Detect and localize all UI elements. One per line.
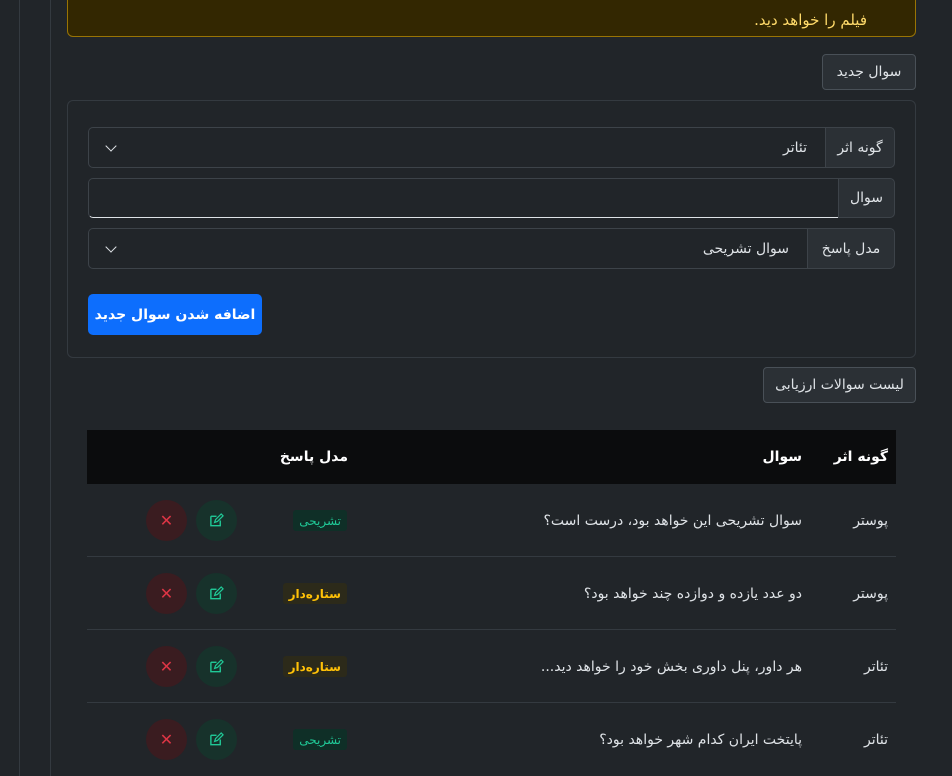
x-icon: ✕ [159, 656, 174, 676]
chevron-down-icon [105, 139, 117, 152]
delete-button[interactable]: ✕ [146, 500, 187, 541]
layout-divider [19, 0, 20, 776]
table-row: تئاتر هر داور، پنل داوری بخش خود را خواه… [87, 630, 896, 703]
layout-divider [50, 0, 51, 776]
edit-button[interactable] [196, 573, 237, 614]
answer-model-badge: ستاره‌دار [282, 656, 347, 677]
question-list-header-label: لیست سوالات ارزیابی [775, 377, 904, 393]
delete-button[interactable]: ✕ [146, 573, 187, 614]
new-question-header[interactable]: سوال جدید [822, 54, 916, 90]
answer-model-group: مدل پاسخ سوال تشریحی [88, 228, 895, 269]
row-question: دو عدد یازده و دوازده چند خواهد بود؟ [583, 585, 802, 602]
edit-button[interactable] [196, 646, 237, 687]
row-work-type: تئاتر [863, 731, 888, 748]
table-header: گونه اثر سوال مدل پاسخ [87, 430, 896, 484]
pencil-square-icon [210, 586, 224, 600]
new-question-header-label: سوال جدید [836, 64, 902, 80]
add-question-label: اضافه شدن سوال جدید [94, 306, 256, 323]
answer-model-badge: تشریحی [293, 729, 347, 750]
work-type-group: گونه اثر تئاتر [88, 127, 895, 168]
table-row: تئاتر پایتخت ایران کدام شهر خواهد بود؟ ت… [87, 703, 896, 776]
answer-model-badge: تشریحی [293, 510, 347, 531]
delete-button[interactable]: ✕ [146, 646, 187, 687]
add-question-button[interactable]: اضافه شدن سوال جدید [88, 294, 262, 335]
row-question: سوال تشریحی این خواهد بود، درست است؟ [543, 512, 802, 529]
page: فیلم را خواهد دید. سوال جدید گونه اثر تئ… [0, 0, 952, 776]
x-icon: ✕ [159, 510, 174, 530]
answer-model-label: مدل پاسخ [807, 228, 895, 269]
question-label: سوال [838, 178, 895, 218]
work-type-value: تئاتر [782, 139, 807, 156]
row-question: هر داور، پنل داوری بخش خود را خواهد دید.… [540, 658, 802, 675]
answer-model-select[interactable]: سوال تشریحی [88, 228, 807, 269]
delete-button[interactable]: ✕ [146, 719, 187, 760]
col-answer-model: مدل پاسخ [279, 449, 348, 465]
question-group: سوال [88, 178, 895, 218]
row-work-type: پوستر [853, 512, 888, 529]
edit-button[interactable] [196, 719, 237, 760]
alert-text: فیلم را خواهد دید. [754, 11, 867, 29]
row-work-type: تئاتر [863, 658, 888, 675]
questions-table: گونه اثر سوال مدل پاسخ پوستر سوال تشریحی… [87, 430, 896, 776]
table-row: پوستر دو عدد یازده و دوازده چند خواهد بو… [87, 557, 896, 630]
table-row: پوستر سوال تشریحی این خواهد بود، درست اس… [87, 484, 896, 557]
pencil-square-icon [210, 513, 224, 527]
answer-model-value: سوال تشریحی [702, 240, 789, 257]
work-type-label: گونه اثر [825, 127, 895, 168]
pencil-square-icon [210, 732, 224, 746]
info-alert: فیلم را خواهد دید. [67, 0, 916, 37]
row-question: پایتخت ایران کدام شهر خواهد بود؟ [599, 731, 802, 748]
edit-button[interactable] [196, 500, 237, 541]
x-icon: ✕ [159, 583, 174, 603]
pencil-square-icon [210, 659, 224, 673]
x-icon: ✕ [159, 729, 174, 749]
col-question: سوال [762, 449, 803, 465]
question-list-header[interactable]: لیست سوالات ارزیابی [763, 367, 916, 403]
answer-model-badge: ستاره‌دار [282, 583, 347, 604]
chevron-down-icon [105, 240, 117, 253]
row-work-type: پوستر [853, 585, 888, 602]
question-input[interactable] [88, 178, 838, 218]
work-type-select[interactable]: تئاتر [88, 127, 825, 168]
col-work-type: گونه اثر [833, 449, 888, 465]
